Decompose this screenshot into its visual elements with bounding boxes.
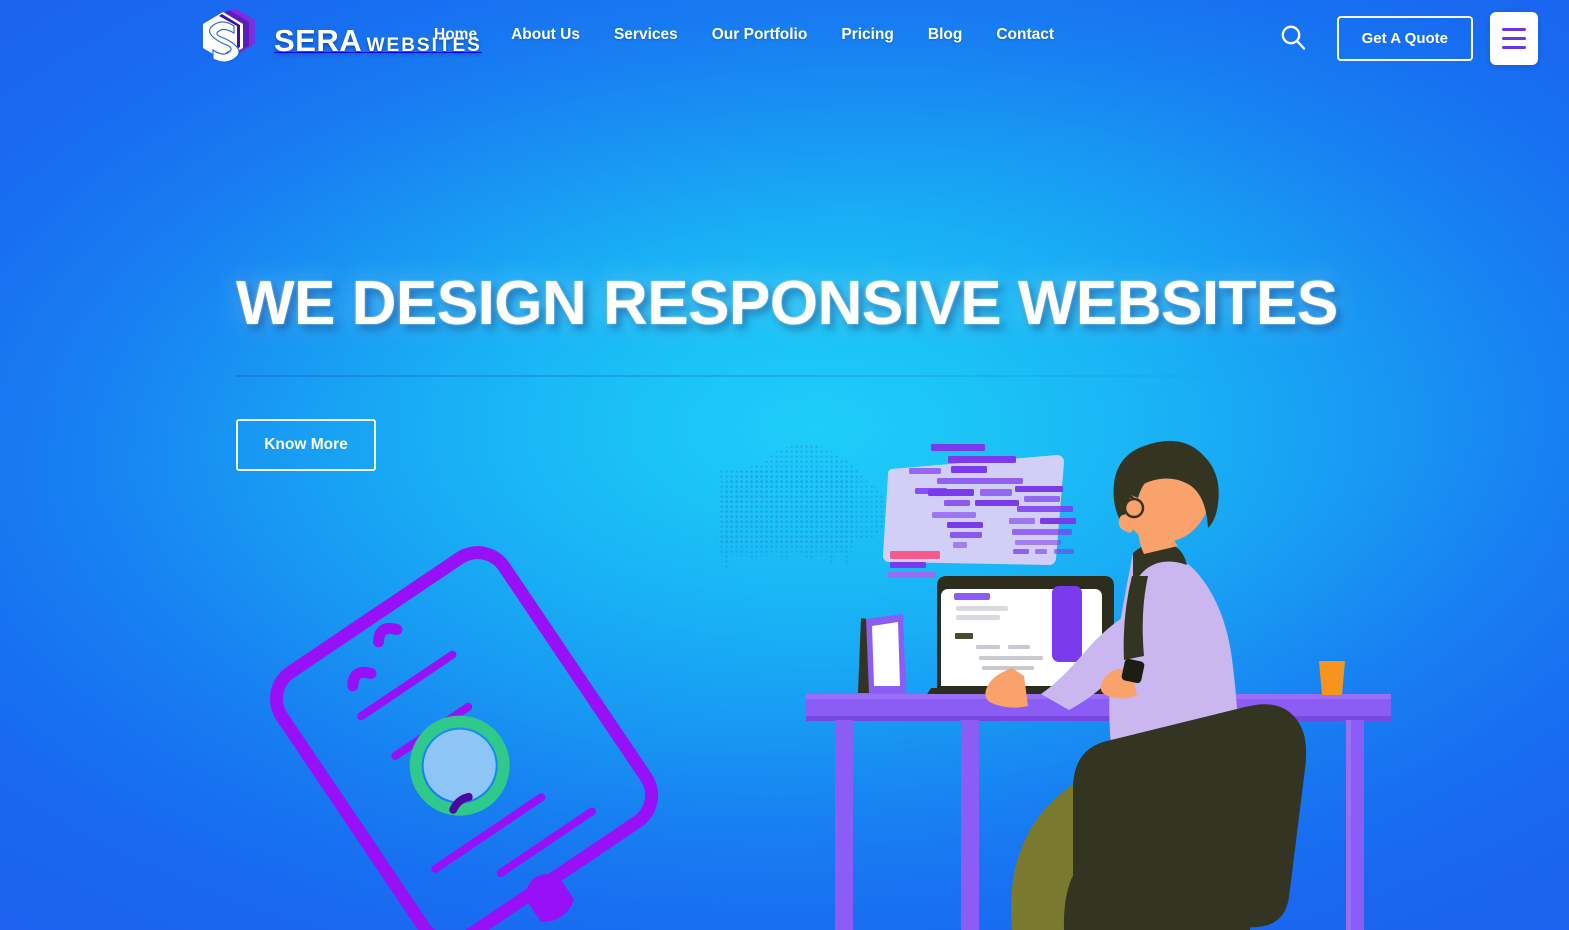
hamburger-menu-icon-bar-2 — [1502, 36, 1526, 40]
site-header: SERA WEBSITES Home About Us Services Our… — [0, 0, 1569, 76]
page-title: WE DESIGN RESPONSIVE WEBSITES — [236, 269, 1338, 338]
get-a-quote-button[interactable]: Get A Quote — [1336, 15, 1473, 61]
brand-name: SERA — [274, 22, 363, 58]
hamburger-menu-icon-bar-3 — [1502, 45, 1526, 49]
nav-item-about-us[interactable]: About Us — [511, 26, 580, 44]
hero-divider — [236, 375, 1214, 378]
search-icon — [1279, 23, 1307, 54]
hexagon-s-logo-icon — [193, 4, 261, 74]
know-more-button[interactable]: Know More — [236, 419, 376, 472]
header-actions: Get A Quote — [1271, 0, 1538, 76]
hamburger-menu-button[interactable] — [1490, 11, 1538, 65]
nav-item-contact[interactable]: Contact — [996, 26, 1054, 44]
main-navigation: Home About Us Services Our Portfolio Pri… — [434, 26, 1054, 44]
nav-item-services[interactable]: Services — [614, 26, 678, 44]
nav-item-home[interactable]: Home — [434, 26, 477, 44]
nav-item-blog[interactable]: Blog — [928, 26, 962, 44]
hamburger-menu-icon-bar-1 — [1502, 27, 1526, 31]
nav-item-our-portfolio[interactable]: Our Portfolio — [712, 26, 808, 44]
nav-item-pricing[interactable]: Pricing — [841, 26, 894, 44]
search-button[interactable] — [1271, 16, 1315, 60]
hero-section: WE DESIGN RESPONSIVE WEBSITES Know More — [236, 269, 1338, 472]
